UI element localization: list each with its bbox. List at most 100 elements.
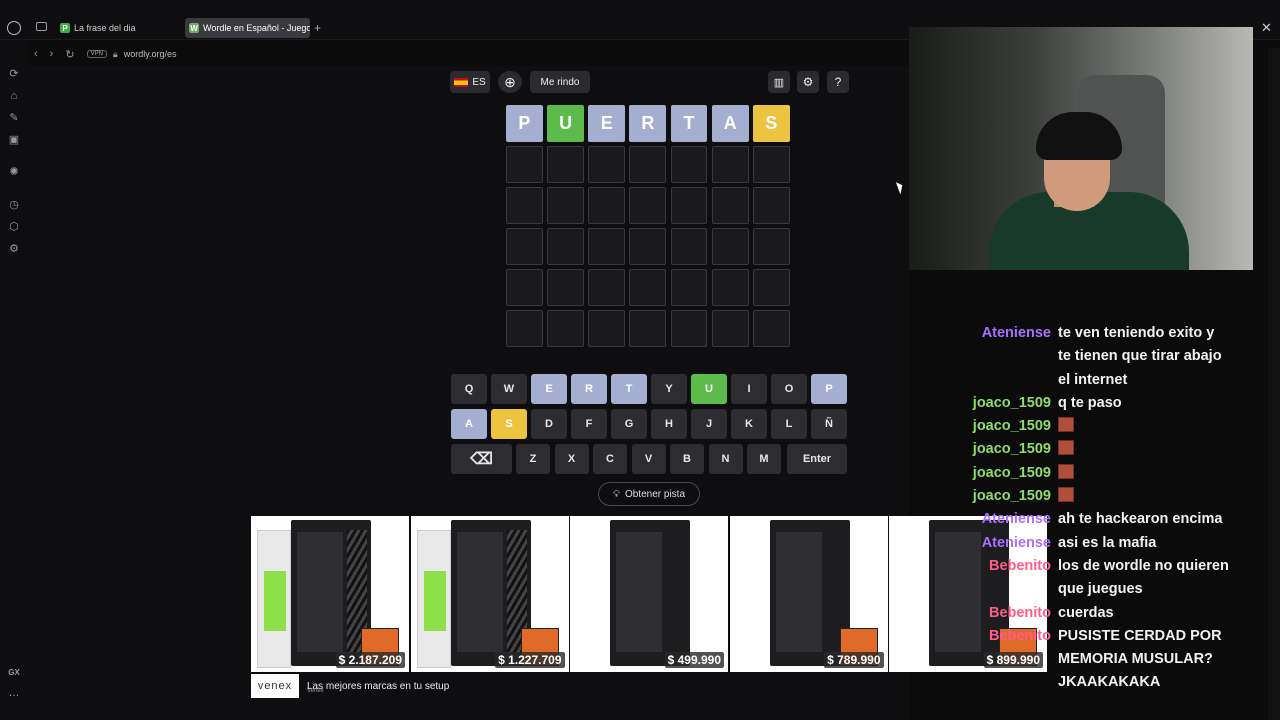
stats-icon[interactable]: ▥ <box>768 71 790 93</box>
bag-icon[interactable]: ⌂ <box>7 89 21 103</box>
grid-cell <box>711 146 749 183</box>
backspace-icon[interactable]: ⌫ <box>451 444 512 474</box>
key-b[interactable]: B <box>670 444 704 474</box>
key-q[interactable]: Q <box>451 374 487 404</box>
language-button[interactable]: ES <box>450 71 490 93</box>
reload-icon[interactable]: ↻ <box>65 48 74 61</box>
key-p[interactable]: P <box>811 374 847 404</box>
key-d[interactable]: D <box>531 409 567 439</box>
screen: P La frase del dia W Wordle en Español -… <box>0 0 1280 720</box>
chat-username: Bebenito <box>988 557 1051 574</box>
key-j[interactable]: J <box>691 409 727 439</box>
box-label <box>264 571 286 631</box>
pc-case-image <box>450 520 531 666</box>
enter-key[interactable]: Enter <box>787 444 847 474</box>
chat-message: Ateniense asi es la mafia <box>950 532 1260 555</box>
gx-label[interactable]: GX <box>7 666 21 680</box>
grid-row <box>506 146 794 183</box>
key-e[interactable]: E <box>531 374 567 404</box>
tab-wordle[interactable]: W Wordle en Español - Juego <box>185 18 310 38</box>
key-l[interactable]: L <box>771 409 807 439</box>
ad-product-card[interactable]: $ 789.990 <box>729 516 888 672</box>
more-icon[interactable]: … <box>7 686 21 700</box>
chat-message: Bebenito cuerdas <box>950 602 1260 625</box>
pc-case-image <box>610 520 690 666</box>
key-f[interactable]: F <box>571 409 607 439</box>
grid-cell <box>506 187 543 224</box>
settings-gear-icon[interactable]: ⚙ <box>797 71 819 93</box>
key-ñ[interactable]: Ñ <box>811 409 847 439</box>
chat-text <box>1051 438 1074 461</box>
chat-username: joaco_1509 <box>972 418 1051 435</box>
key-s[interactable]: S <box>491 409 527 439</box>
keyboard-row: ASDFGHJKLÑ <box>451 409 847 439</box>
key-r[interactable]: R <box>571 374 607 404</box>
close-window-icon[interactable]: ✕ <box>1261 20 1272 36</box>
key-v[interactable]: V <box>631 444 666 474</box>
grid-cell: U <box>547 105 584 142</box>
key-u[interactable]: U <box>691 374 727 404</box>
chat-username: Ateniense <box>981 325 1051 341</box>
add-icon[interactable]: ⊕ <box>498 71 522 93</box>
key-x[interactable]: X <box>554 444 589 474</box>
key-a[interactable]: A <box>451 409 487 439</box>
key-t[interactable]: T <box>611 374 647 404</box>
grid-cell <box>547 146 584 183</box>
forward-icon[interactable]: › <box>50 48 54 60</box>
give-up-button[interactable]: Me rindo <box>530 71 590 93</box>
key-y[interactable]: Y <box>651 374 687 404</box>
grid-cell <box>506 310 543 347</box>
chat-text: ah te hackearon encima <box>1058 511 1223 528</box>
chat-overlay: Ateniense te ven teniendo exito y te tien… <box>950 322 1260 695</box>
case-panel <box>297 532 343 652</box>
chat-message: joaco_1509 <box>950 485 1260 508</box>
grid-cell <box>752 269 790 306</box>
key-h[interactable]: H <box>651 409 687 439</box>
grid-cell <box>588 228 626 265</box>
key-k[interactable]: K <box>731 409 767 439</box>
grid-cell <box>588 187 626 224</box>
grid-cell <box>711 269 749 306</box>
grid-cell <box>506 228 543 265</box>
key-z[interactable]: Z <box>516 444 550 474</box>
grid-row <box>506 269 794 306</box>
help-icon[interactable]: ? <box>827 71 849 93</box>
vpn-badge[interactable]: VPN <box>86 50 107 58</box>
opera-logo-icon[interactable] <box>7 21 21 35</box>
ad-product-card[interactable]: $ 2.187.209 <box>251 516 409 672</box>
chat-message: joaco_1509 <box>950 462 1260 485</box>
settings-icon[interactable]: ⚙ <box>7 242 21 256</box>
ad-product-card[interactable]: $ 1.227.709 <box>410 516 569 672</box>
chat-message: joaco_1509 <box>950 438 1260 461</box>
chat-text: los de wordle no quieren que juegues <box>1058 557 1229 598</box>
hint-button[interactable]: 💡︎ Obtener pista <box>598 482 700 506</box>
key-i[interactable]: I <box>731 374 767 404</box>
cube-icon[interactable]: ⬡ <box>7 220 21 234</box>
key-n[interactable]: N <box>708 444 743 474</box>
letter-grid: PUERTAS <box>506 105 794 351</box>
chatgpt-icon[interactable]: ✺ <box>7 165 21 179</box>
grid-cell <box>547 228 584 265</box>
key-m[interactable]: M <box>747 444 781 474</box>
grid-cell <box>752 187 790 224</box>
grid-cell <box>506 269 543 306</box>
key-w[interactable]: W <box>491 374 527 404</box>
messenger-icon[interactable]: ▣ <box>7 133 21 147</box>
chat-text: asi es la mafia <box>1058 534 1157 551</box>
key-o[interactable]: O <box>771 374 807 404</box>
chat-message: joaco_1509 q te paso <box>950 392 1260 415</box>
back-icon[interactable]: ‹ <box>34 48 38 60</box>
edit-icon[interactable]: ✎ <box>7 111 21 125</box>
grid-cell <box>629 269 667 306</box>
key-g[interactable]: G <box>611 409 647 439</box>
url-text[interactable]: wordly.org/es <box>124 49 177 59</box>
ad-product-card[interactable]: $ 499.990 <box>570 516 728 672</box>
key-c[interactable]: C <box>593 444 627 474</box>
workspaces-icon[interactable] <box>36 22 47 31</box>
new-tab-icon[interactable]: + <box>314 21 321 35</box>
sidebar: ⟳ ⌂ ✎ ▣ ✺ ◷ ⬡ ⚙ GX … <box>0 40 28 720</box>
ad-footer[interactable]: venex Las mejores marcas en tu setup <box>251 674 951 698</box>
history-icon[interactable]: ⟳ <box>7 67 21 81</box>
tab-frase-del-dia[interactable]: P La frase del dia <box>56 18 182 38</box>
clock-icon[interactable]: ◷ <box>7 198 21 212</box>
